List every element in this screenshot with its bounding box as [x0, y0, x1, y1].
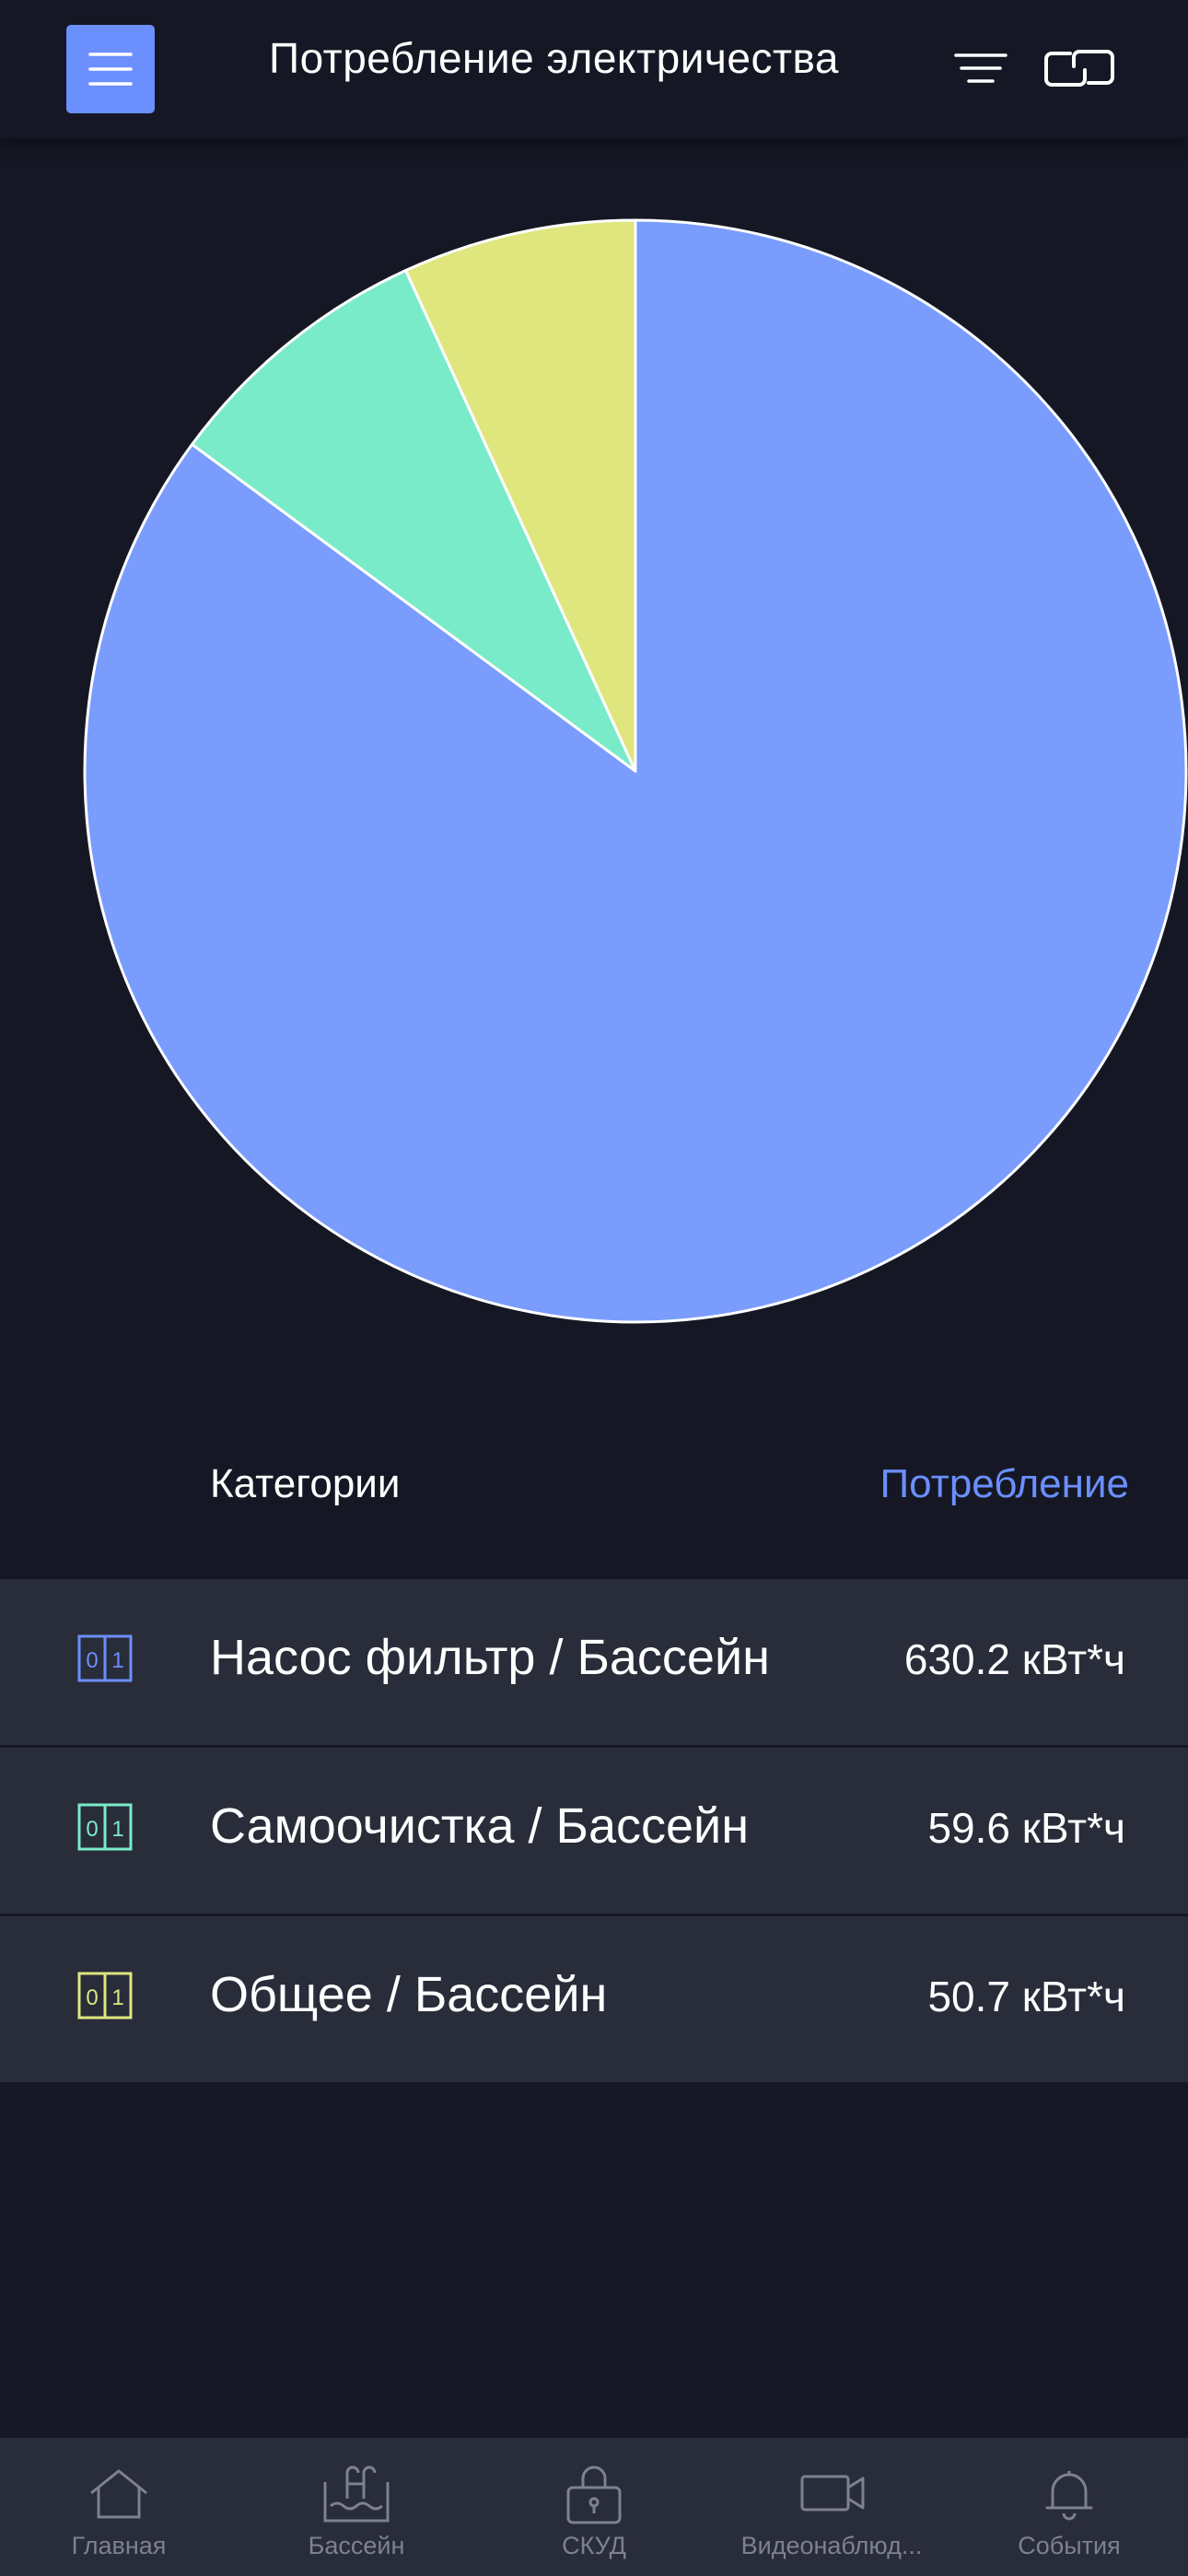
- filter-button[interactable]: [952, 46, 1009, 92]
- nav-item-access-control[interactable]: СКУД: [475, 2438, 713, 2576]
- column-header-consumption[interactable]: Потребление: [880, 1461, 1129, 1507]
- bottom-navigation: Главная Бассейн СКУД Видеонаблюд... Собы…: [0, 2438, 1188, 2576]
- svg-text:1: 1: [111, 1817, 123, 1842]
- counter-icon: 0 1: [77, 1972, 133, 2020]
- nav-label: СКУД: [562, 2532, 626, 2559]
- menu-button[interactable]: [66, 25, 155, 113]
- row-name: Самоочистка / Бассейн: [210, 1798, 750, 1854]
- row-value: 630.2 кВт*ч: [903, 1635, 1125, 1683]
- row-name: Насос фильтр / Бассейн: [210, 1630, 770, 1685]
- row-value: 50.7 кВт*ч: [927, 1973, 1125, 2020]
- bell-icon: [1045, 2471, 1093, 2521]
- svg-text:1: 1: [111, 1985, 123, 2010]
- nav-item-events[interactable]: События: [950, 2438, 1188, 2576]
- svg-text:1: 1: [111, 1648, 123, 1673]
- list-item[interactable]: 0 1 Общее / Бассейн 50.7 кВт*ч: [0, 1916, 1188, 2082]
- list-header: Категории Потребление: [0, 1437, 1188, 1539]
- nav-label: Бассейн: [308, 2532, 405, 2559]
- nav-label: Видеонаблюд...: [740, 2532, 923, 2559]
- list-item[interactable]: 0 1 Самоочистка / Бассейн 59.6 кВт*ч: [0, 1748, 1188, 1916]
- consumption-pie-chart: [83, 218, 1188, 1324]
- page-title: Потребление электричества: [269, 34, 840, 82]
- svg-text:0: 0: [86, 1985, 98, 2010]
- svg-text:0: 0: [86, 1817, 98, 1842]
- list-item[interactable]: 0 1 Насос фильтр / Бассейн 630.2 кВт*ч: [0, 1579, 1188, 1748]
- nav-item-pool[interactable]: Бассейн: [238, 2438, 475, 2576]
- home-icon: [90, 2469, 147, 2519]
- nav-label: Главная: [71, 2532, 167, 2559]
- app-header: Потребление электричества: [0, 0, 1188, 138]
- pool-icon: [323, 2465, 390, 2523]
- svg-text:0: 0: [86, 1648, 98, 1673]
- filter-icon: [954, 53, 1007, 83]
- column-header-categories[interactable]: Категории: [210, 1461, 400, 1507]
- link-button[interactable]: [1042, 41, 1116, 96]
- hamburger-icon: [88, 53, 133, 86]
- nav-item-home[interactable]: Главная: [0, 2438, 238, 2576]
- row-name: Общее / Бассейн: [210, 1967, 608, 2022]
- nav-item-video[interactable]: Видеонаблюд...: [713, 2438, 950, 2576]
- consumption-list: 0 1 Насос фильтр / Бассейн 630.2 кВт*ч 0…: [0, 1579, 1188, 2082]
- row-value: 59.6 кВт*ч: [927, 1804, 1125, 1852]
- video-camera-icon: [800, 2475, 865, 2512]
- counter-icon: 0 1: [77, 1803, 133, 1851]
- lock-icon: [566, 2465, 622, 2524]
- nav-label: События: [1018, 2532, 1121, 2559]
- link-icon: [1044, 50, 1114, 87]
- counter-icon: 0 1: [77, 1634, 133, 1682]
